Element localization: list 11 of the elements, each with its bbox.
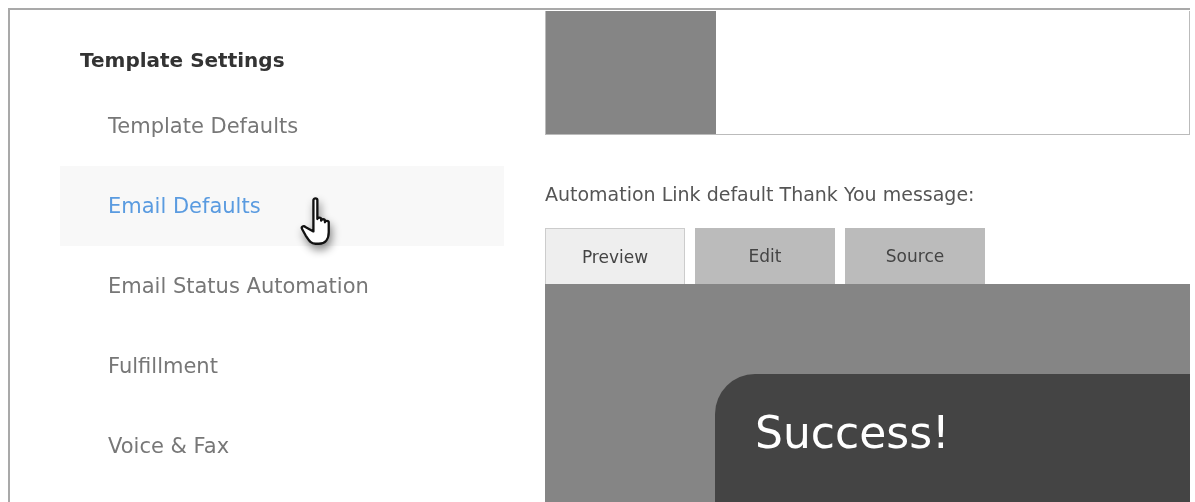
field-label: Automation Link default Thank You message: bbox=[545, 182, 976, 207]
sidebar-item[interactable]: Email Defaults bbox=[60, 166, 504, 246]
editor-tab[interactable]: Edit bbox=[695, 228, 835, 284]
editor-tab[interactable]: Preview bbox=[545, 228, 685, 284]
message-title: Success! bbox=[755, 408, 951, 458]
sidebar-item[interactable]: Fulfillment bbox=[60, 326, 504, 406]
sidebar-item[interactable]: Template Defaults bbox=[60, 86, 504, 166]
sidebar-item[interactable]: Email Status Automation bbox=[60, 246, 504, 326]
sidebar-item[interactable]: Voice & Fax bbox=[60, 406, 504, 486]
sidebar-heading: Template Settings bbox=[80, 47, 286, 74]
editor-tab[interactable]: Source bbox=[845, 228, 985, 284]
